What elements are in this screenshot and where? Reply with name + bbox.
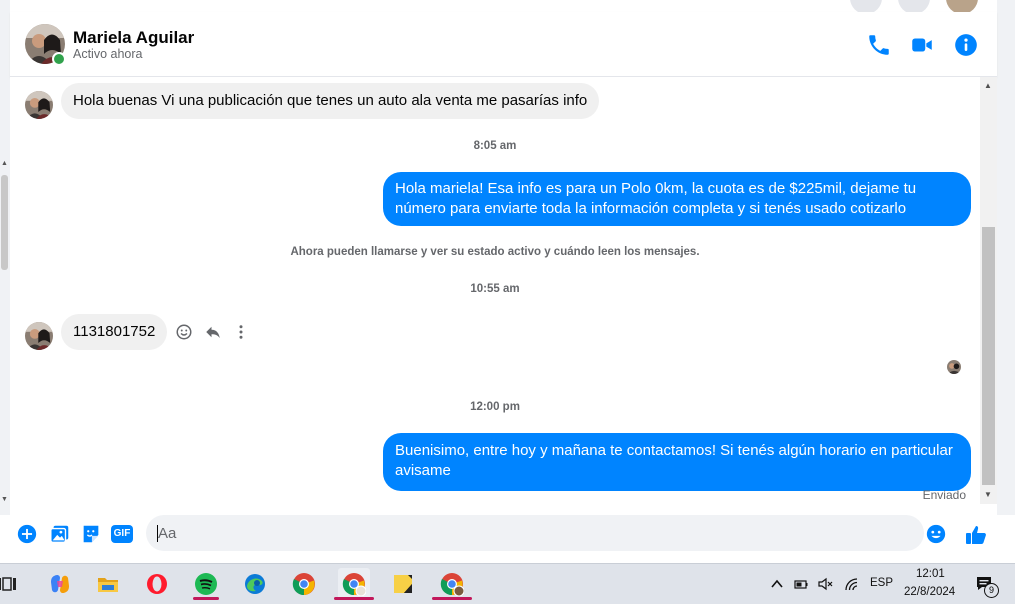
active-app-indicator bbox=[334, 597, 374, 600]
message-line: número para enviarte toda la información… bbox=[395, 200, 907, 217]
wifi-icon[interactable] bbox=[843, 576, 859, 592]
online-indicator bbox=[52, 52, 66, 66]
emoji-icon[interactable] bbox=[925, 523, 947, 545]
video-camera-icon[interactable] bbox=[909, 32, 935, 58]
sender-avatar[interactable] bbox=[25, 91, 53, 119]
clock-date[interactable]: 22/8/2024 bbox=[904, 586, 955, 598]
windows-taskbar: ESP 12:01 22/8/2024 9 bbox=[0, 563, 1015, 604]
scroll-thumb[interactable] bbox=[982, 227, 995, 485]
message-composer: GIF bbox=[10, 504, 997, 562]
message-line: avisame bbox=[395, 462, 451, 479]
active-app-indicator bbox=[193, 597, 219, 600]
seen-indicator-avatar bbox=[947, 360, 961, 374]
chrome-profile-icon[interactable] bbox=[334, 568, 374, 600]
copilot-icon[interactable] bbox=[44, 568, 76, 600]
spotify-icon[interactable] bbox=[190, 568, 222, 600]
file-explorer-icon[interactable] bbox=[92, 568, 124, 600]
system-notice: Ahora pueden llamarse y ver su estado ac… bbox=[290, 246, 700, 258]
delivery-status: Enviado bbox=[922, 488, 966, 502]
scroll-down-arrow[interactable]: ▼ bbox=[984, 490, 992, 499]
gif-label: GIF bbox=[111, 525, 133, 543]
background-scroll-thumb[interactable] bbox=[1, 175, 8, 270]
contact-name[interactable]: Mariela Aguilar bbox=[73, 28, 194, 48]
clock-time[interactable]: 12:01 bbox=[916, 568, 945, 580]
phone-icon[interactable] bbox=[866, 32, 892, 58]
message-line: Buenisimo, entre hoy y mañana te contact… bbox=[395, 442, 953, 459]
info-icon[interactable] bbox=[953, 32, 979, 58]
timestamp: 8:05 am bbox=[473, 140, 517, 152]
react-emoji-icon[interactable] bbox=[175, 323, 193, 341]
timestamp: 12:00 pm bbox=[470, 401, 520, 413]
active-app-indicator bbox=[432, 597, 472, 600]
right-background-strip bbox=[997, 0, 1015, 515]
message-input[interactable] bbox=[146, 515, 924, 551]
speaker-muted-icon[interactable] bbox=[817, 576, 833, 592]
timestamp: 10:55 am bbox=[470, 283, 520, 295]
task-view-icon[interactable] bbox=[0, 568, 26, 600]
show-hidden-icons-chevron-icon[interactable] bbox=[769, 576, 785, 592]
notification-count-badge: 9 bbox=[984, 583, 999, 598]
message-line: Hola mariela! Esa info es para un Polo 0… bbox=[395, 180, 917, 197]
scroll-up-arrow[interactable]: ▲ bbox=[984, 81, 992, 90]
plus-icon[interactable] bbox=[16, 523, 38, 545]
chat-header: Mariela Aguilar Activo ahora bbox=[10, 12, 997, 77]
chrome-profile2-icon[interactable] bbox=[432, 568, 472, 600]
sender-avatar[interactable] bbox=[25, 322, 53, 350]
input-language[interactable]: ESP bbox=[870, 577, 893, 589]
thumbs-up-icon[interactable] bbox=[964, 523, 988, 545]
scroll-up-arrow[interactable]: ▲ bbox=[1, 160, 8, 167]
incoming-message[interactable]: Hola buenas Vi una publicación que tenes… bbox=[61, 83, 600, 119]
reply-icon[interactable] bbox=[204, 323, 222, 341]
incoming-message[interactable]: 1131801752 bbox=[61, 314, 168, 350]
outgoing-message[interactable]: Buenisimo, entre hoy y mañana te contact… bbox=[383, 433, 971, 491]
more-options-icon[interactable] bbox=[232, 323, 250, 341]
chrome-icon[interactable] bbox=[288, 568, 320, 600]
message-list[interactable]: Hola buenas Vi una publicación que tenes… bbox=[10, 77, 980, 504]
battery-icon[interactable] bbox=[793, 576, 809, 592]
sticker-icon[interactable] bbox=[80, 523, 102, 545]
text-caret bbox=[157, 525, 158, 542]
outgoing-message[interactable]: Hola mariela! Esa info es para un Polo 0… bbox=[383, 172, 971, 226]
notification-center-icon[interactable]: 9 bbox=[975, 574, 999, 598]
sticky-notes-icon[interactable] bbox=[387, 568, 419, 600]
edge-icon[interactable] bbox=[239, 568, 271, 600]
contact-status: Activo ahora bbox=[73, 47, 143, 61]
opera-icon[interactable] bbox=[141, 568, 173, 600]
scroll-down-arrow[interactable]: ▼ bbox=[1, 496, 8, 503]
gif-icon[interactable]: GIF bbox=[111, 523, 135, 545]
message-scrollbar[interactable]: ▲ ▼ bbox=[980, 77, 997, 504]
photo-gallery-icon[interactable] bbox=[49, 523, 71, 545]
